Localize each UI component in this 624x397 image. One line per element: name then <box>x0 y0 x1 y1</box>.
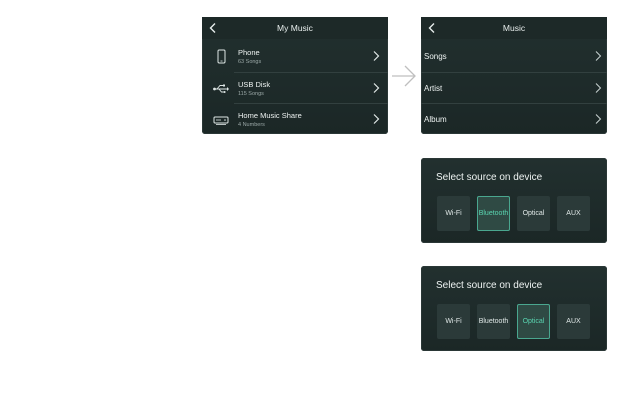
usb-icon <box>213 84 229 93</box>
source-button-bluetooth[interactable]: Bluetooth <box>477 196 510 231</box>
chevron-right-icon <box>373 51 380 61</box>
music-row-songs[interactable]: Songs <box>421 41 607 72</box>
source-button-optical[interactable]: Optical <box>517 304 550 339</box>
chevron-right-icon <box>373 114 380 124</box>
source-row-usb-disk[interactable]: USB Disk 115 Songs <box>213 72 388 104</box>
music-item-label: Artist <box>424 84 443 93</box>
source-button-aux[interactable]: AUX <box>557 196 590 231</box>
source-name: Home Music Share <box>238 111 302 120</box>
network-drive-icon <box>213 116 229 125</box>
music-row-artist[interactable]: Artist <box>421 72 607 104</box>
source-select-title: Select source on device <box>436 280 543 291</box>
source-button-bluetooth[interactable]: Bluetooth <box>477 304 510 339</box>
music-row-album[interactable]: Album <box>421 103 607 135</box>
chevron-right-icon <box>373 83 380 93</box>
arrow-right-icon <box>392 65 416 87</box>
source-button-optical[interactable]: Optical <box>517 196 550 231</box>
source-detail: 63 Songs <box>238 59 262 65</box>
music-header: Music <box>421 17 607 39</box>
source-select-title: Select source on device <box>436 172 543 183</box>
chevron-right-icon <box>595 51 602 61</box>
source-detail: 4 Numbers <box>238 122 265 128</box>
source-select-panel: Select source on device Wi-Fi Bluetooth … <box>421 158 607 243</box>
source-button-aux[interactable]: AUX <box>557 304 590 339</box>
music-item-label: Album <box>424 115 447 124</box>
chevron-right-icon <box>595 83 602 93</box>
source-name: Phone <box>238 48 260 57</box>
source-name: USB Disk <box>238 80 271 89</box>
music-panel: Music Songs Artist Album <box>421 17 607 134</box>
music-title: Music <box>502 23 526 33</box>
source-select-panel: Select source on device Wi-Fi Bluetooth … <box>421 266 607 351</box>
my-music-header: My Music <box>202 17 388 39</box>
source-detail: 115 Songs <box>238 91 264 97</box>
my-music-panel: My Music Phone 63 Songs USB Disk 115 Son… <box>202 17 388 134</box>
source-row-phone[interactable]: Phone 63 Songs <box>202 41 388 72</box>
my-music-title: My Music <box>277 23 313 33</box>
phone-icon <box>217 49 226 64</box>
music-item-label: Songs <box>424 52 447 61</box>
source-row-home-music-share[interactable]: Home Music Share 4 Numbers <box>213 103 388 135</box>
source-button-wifi[interactable]: Wi-Fi <box>437 196 470 231</box>
source-button-wifi[interactable]: Wi-Fi <box>437 304 470 339</box>
chevron-right-icon <box>595 114 602 124</box>
